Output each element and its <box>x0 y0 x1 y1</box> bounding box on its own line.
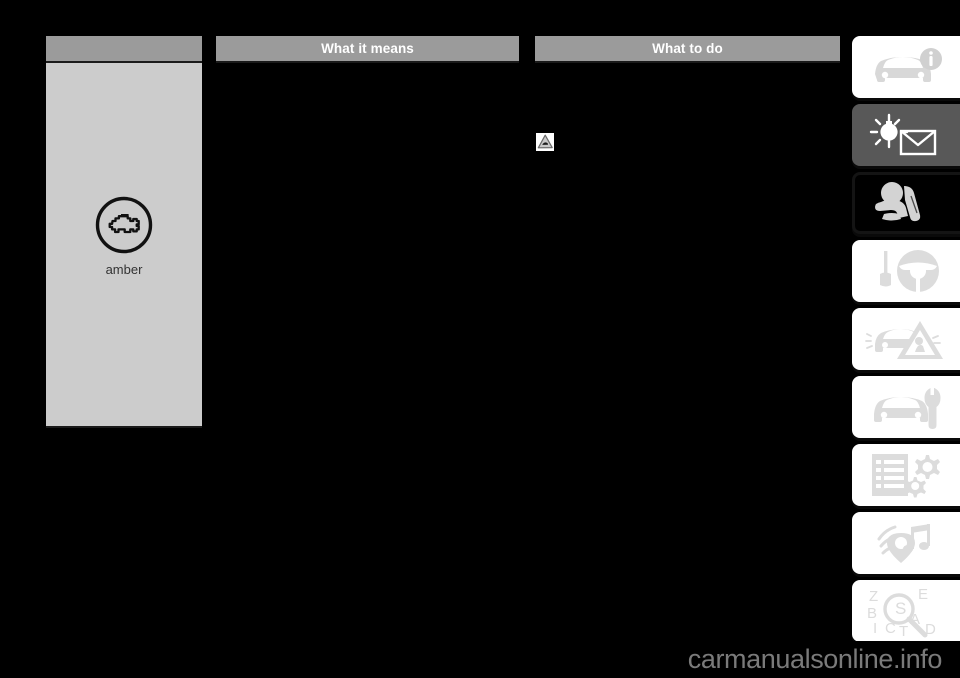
symbol-cell-content: amber <box>94 195 154 276</box>
svg-text:Z: Z <box>869 588 878 605</box>
warning-triangle-icon <box>536 133 554 151</box>
symbol-cell: amber <box>46 63 202 426</box>
engine-check-icon <box>94 195 154 255</box>
svg-text:E: E <box>918 586 928 603</box>
list-gears-icon <box>864 451 948 499</box>
site-watermark: carmanualsonline.info <box>0 641 960 678</box>
column-header-what-to-do: What to do <box>535 36 840 61</box>
sidebar-item-safety[interactable] <box>852 172 960 234</box>
svg-text:I: I <box>873 620 877 637</box>
sidebar-item-maintenance[interactable] <box>852 376 960 438</box>
sidebar-item-multimedia[interactable] <box>852 512 960 574</box>
child-seat-icon <box>868 180 948 226</box>
sidebar-item-at-a-glance[interactable] <box>852 36 960 98</box>
sidebar-item-driving[interactable] <box>852 240 960 302</box>
section-tabs-sidebar: Z B I C T A E D S <box>852 36 960 642</box>
music-signal-icon <box>865 519 947 567</box>
svg-text:S: S <box>895 599 906 618</box>
svg-text:T: T <box>899 623 908 638</box>
what-it-means-cell <box>216 63 519 426</box>
column-header-symbol <box>46 36 202 61</box>
car-hazard-triangle-icon <box>863 316 949 362</box>
bulb-envelope-icon <box>863 111 949 159</box>
sidebar-item-warning-lights[interactable] <box>852 104 960 166</box>
car-wrench-icon <box>864 384 948 430</box>
alphabet-magnifier-icon: Z B I C T A E D S <box>863 584 949 638</box>
sidebar-item-specifications[interactable] <box>852 444 960 506</box>
column-header-what-it-means: What it means <box>216 36 519 61</box>
sidebar-item-emergency[interactable] <box>852 308 960 370</box>
what-to-do-cell <box>535 63 840 426</box>
car-info-icon <box>863 44 949 90</box>
sidebar-item-index[interactable]: Z B I C T A E D S <box>852 580 960 642</box>
key-steering-wheel-icon <box>864 248 948 294</box>
symbol-caption: amber <box>105 262 143 277</box>
manual-page: What it means What to do amber Z B I C T… <box>0 0 960 678</box>
